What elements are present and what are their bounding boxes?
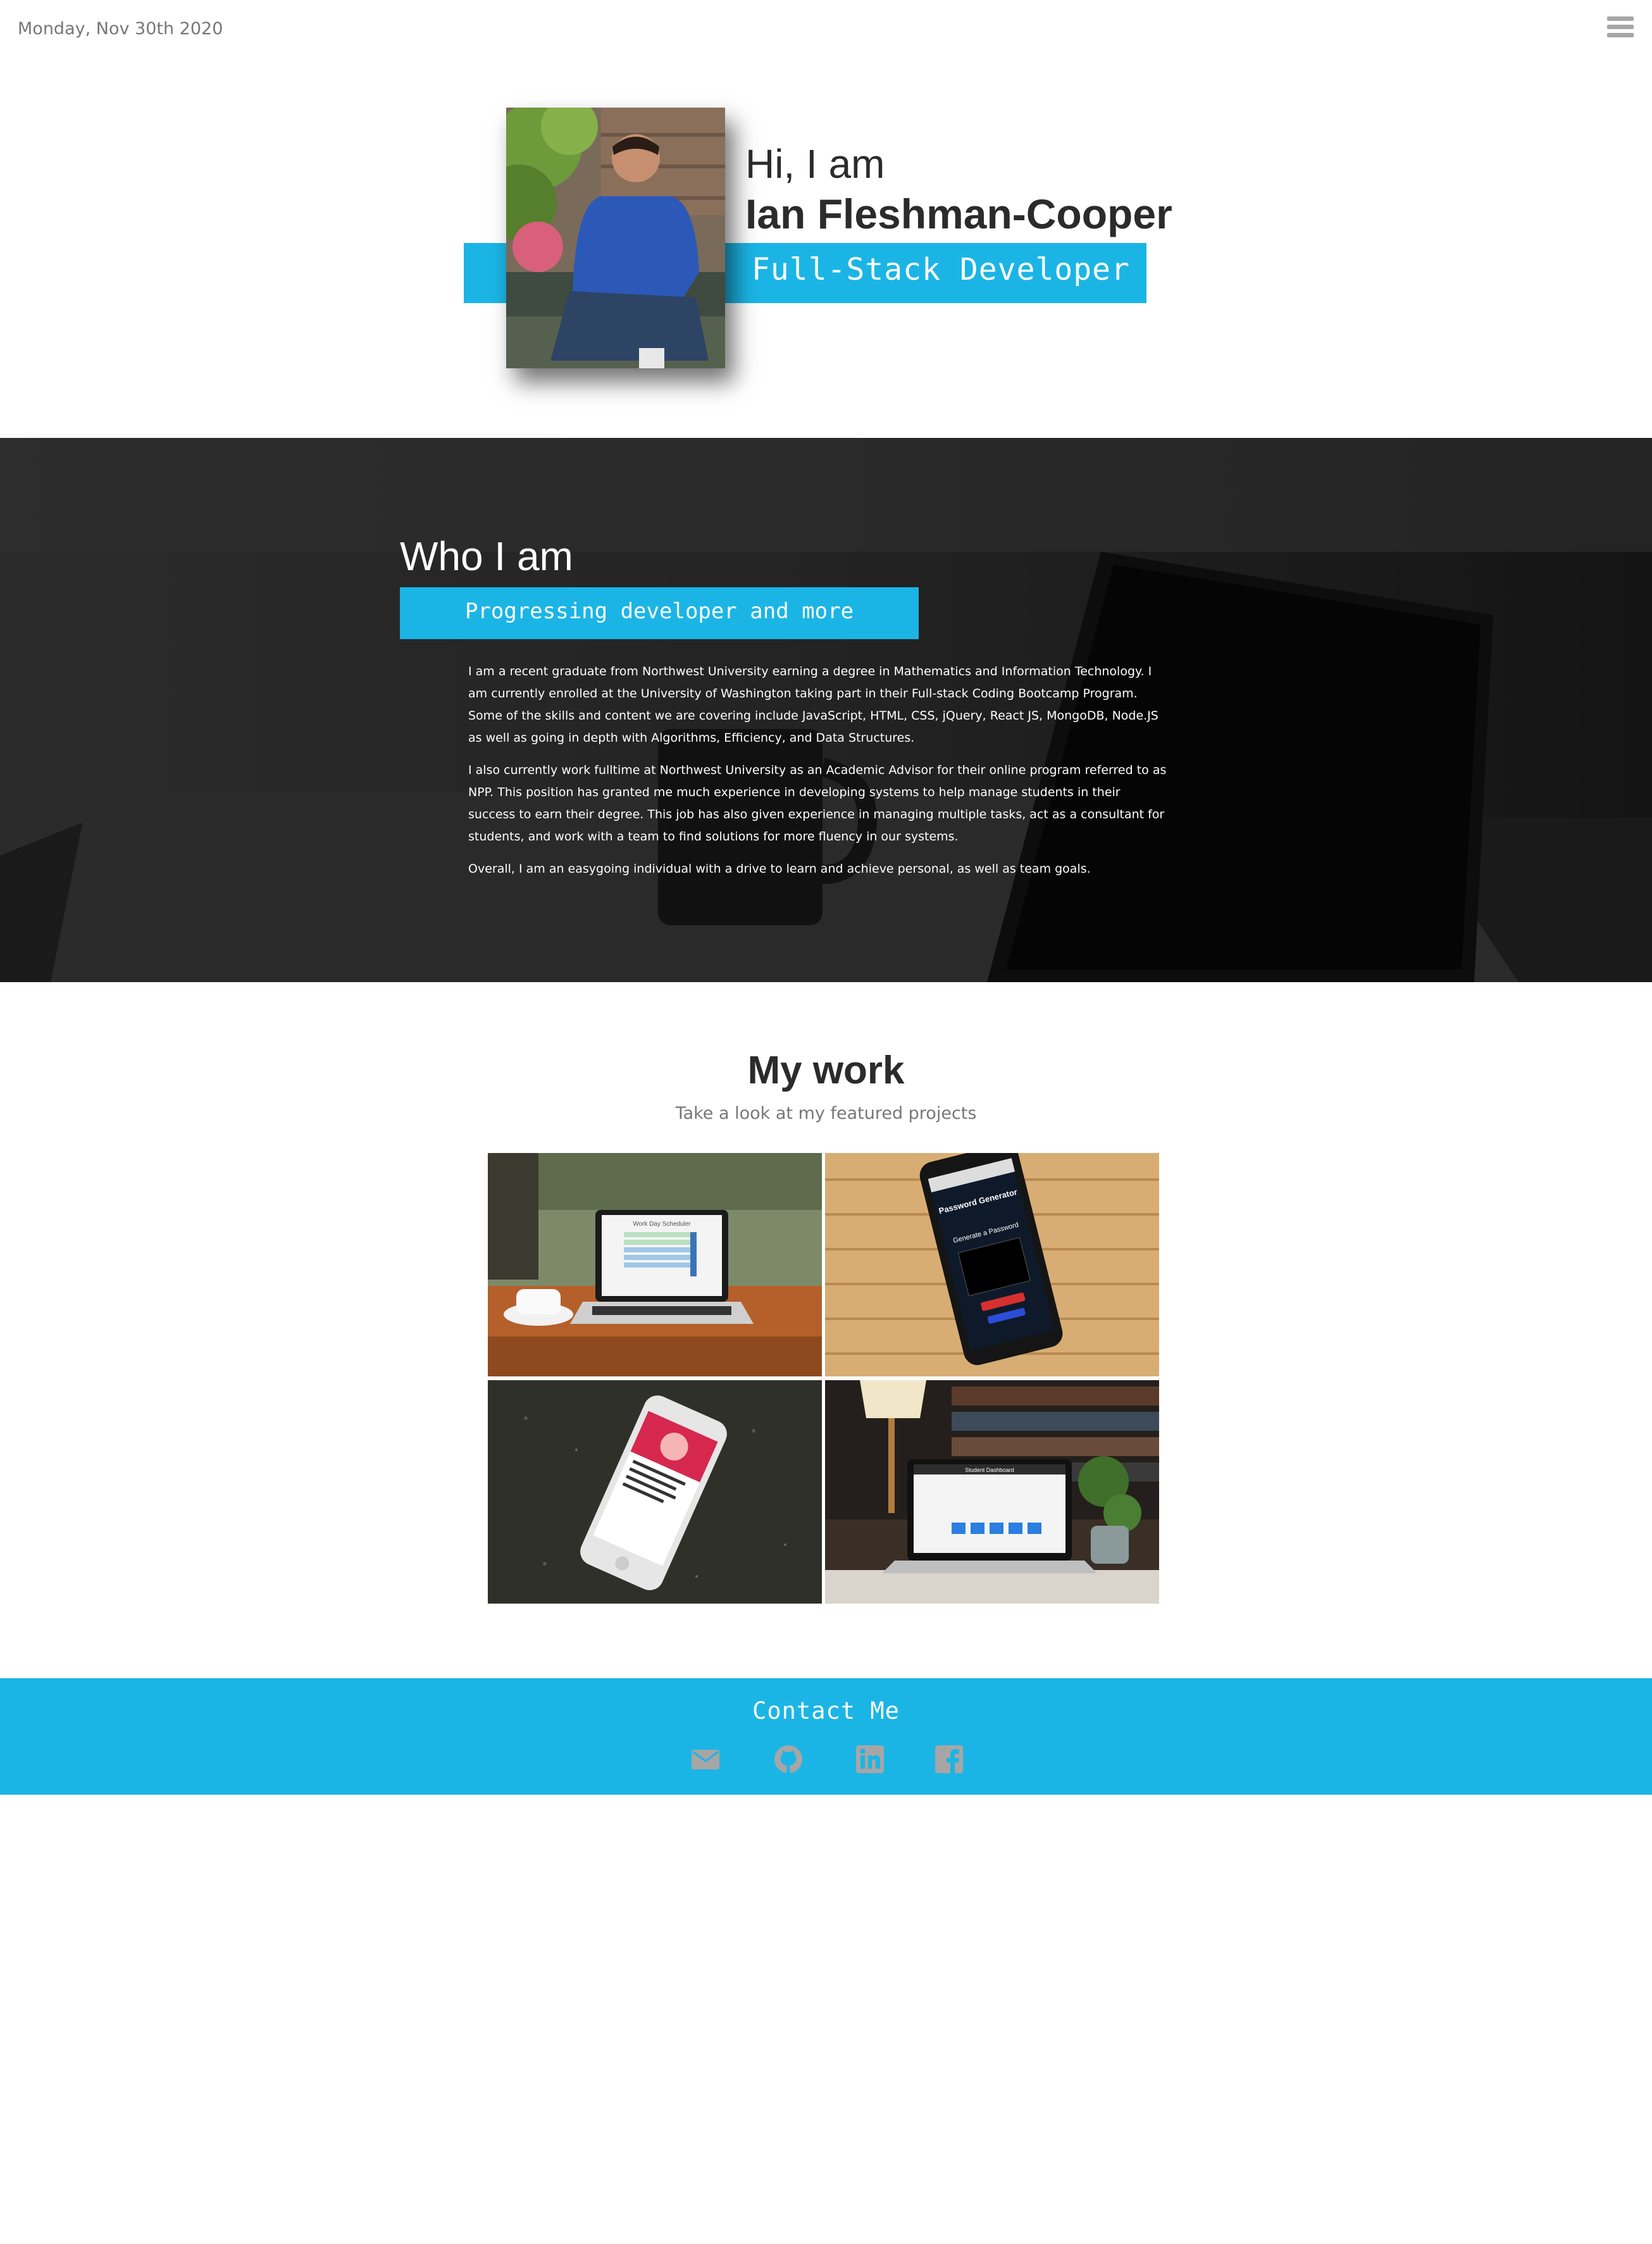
- project-tile-mobile-app[interactable]: [488, 1380, 822, 1604]
- profile-photo: [506, 108, 725, 368]
- about-paragraph: Overall, I am an easygoing individual wi…: [468, 862, 1091, 876]
- github-icon[interactable]: [773, 1744, 804, 1774]
- linkedin-icon[interactable]: [855, 1744, 885, 1774]
- project-tile-scheduler[interactable]: Work Day Scheduler: [488, 1153, 822, 1376]
- about-paragraph: I am a recent graduate from Northwest Un…: [468, 664, 1158, 745]
- project-tile-student-dashboard[interactable]: Student Dashboard: [825, 1380, 1159, 1604]
- about-section: Who I am Progressing developer and more …: [0, 438, 1652, 982]
- about-title: Who I am: [400, 533, 573, 579]
- hero-role: Full-Stack Developer: [752, 252, 1130, 287]
- work-subtitle: Take a look at my featured projects: [675, 1104, 977, 1123]
- about-subtitle: Progressing developer and more: [464, 599, 854, 624]
- project-screen-title: Work Day Scheduler: [633, 1221, 691, 1228]
- contact-title: Contact Me: [752, 1697, 900, 1724]
- about-text: I am a recent graduate from Northwest Un…: [468, 661, 1167, 890]
- hero-name: Ian Fleshman-Cooper: [745, 190, 1172, 237]
- contact-section: Contact Me: [0, 1678, 1652, 1795]
- work-title: My work: [747, 1049, 905, 1092]
- facebook-icon[interactable]: [934, 1744, 964, 1774]
- current-date: Monday, Nov 30th 2020: [18, 19, 223, 39]
- email-icon[interactable]: [690, 1744, 721, 1774]
- project-screen-title: Student Dashboard: [965, 1467, 1014, 1473]
- hamburger-menu-icon[interactable]: [1607, 16, 1634, 41]
- hero-greeting: Hi, I am: [745, 141, 885, 187]
- project-tile-password-generator[interactable]: Password Generator Generate a Password: [825, 1153, 1159, 1376]
- about-paragraph: I also currently work fulltime at Northw…: [468, 763, 1167, 844]
